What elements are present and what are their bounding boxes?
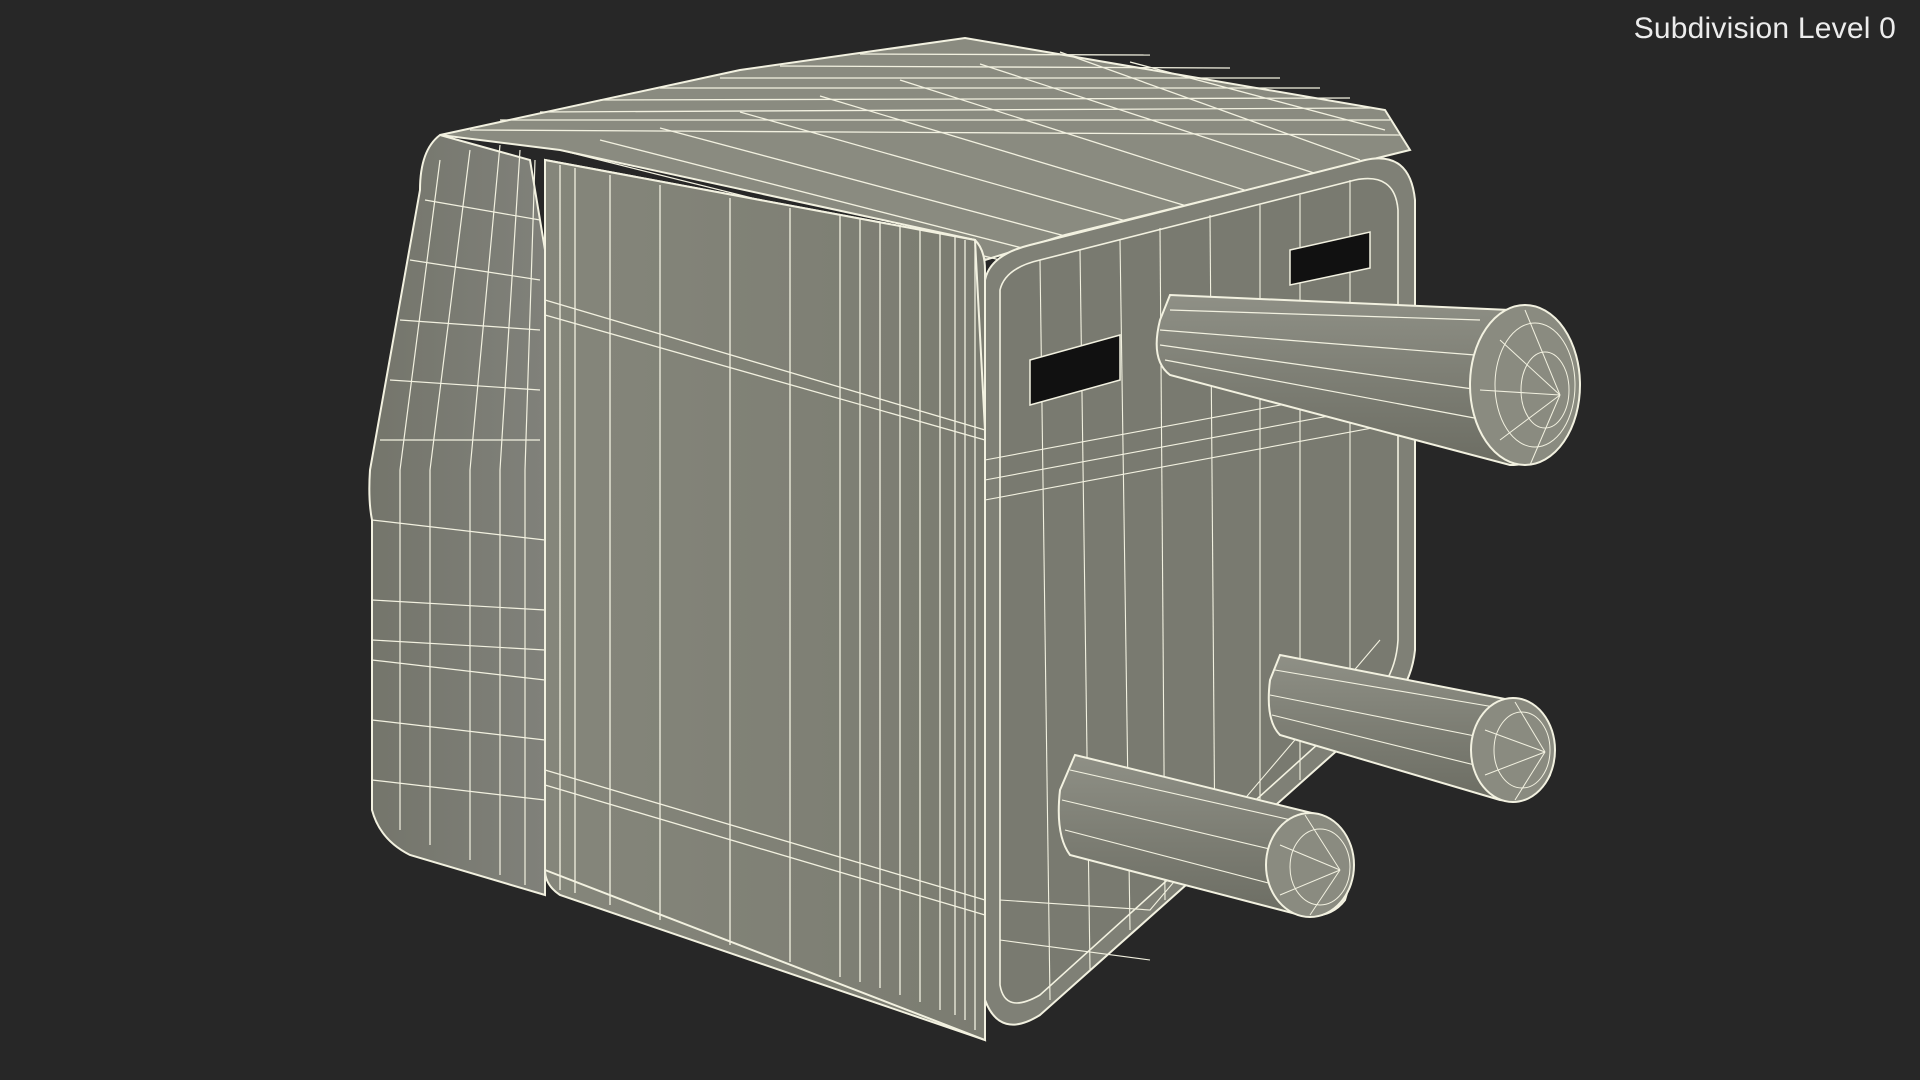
front-face <box>544 158 987 1042</box>
pin-plate-face <box>984 157 1416 1026</box>
right-lower-pin <box>1267 653 1556 803</box>
plug-adapter-wireframe-model[interactable] <box>0 0 1920 1080</box>
3d-viewport[interactable]: Subdivision Level 0 <box>0 0 1920 1080</box>
left-side-face <box>368 133 546 897</box>
